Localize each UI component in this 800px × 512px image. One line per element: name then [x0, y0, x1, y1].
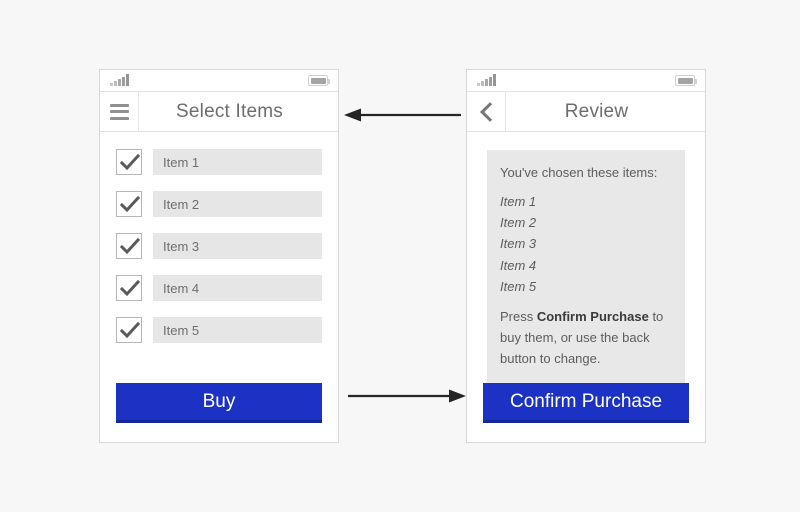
instruction-prefix: Press: [500, 308, 537, 324]
arrow-back-flow: [344, 108, 461, 122]
item-label-5: Item 5: [153, 317, 322, 343]
app-bar: Select Items: [100, 92, 338, 132]
item-label-2: Item 2: [153, 191, 322, 217]
status-bar: [100, 70, 338, 92]
review-summary-panel: You've chosen these items: Item 1 Item 2…: [487, 150, 685, 384]
check-icon: [120, 280, 140, 297]
check-icon: [120, 196, 140, 213]
screen-body-review: You've chosen these items: Item 1 Item 2…: [467, 132, 705, 441]
list-item[interactable]: Item 2: [116, 191, 322, 217]
list-item[interactable]: Item 5: [116, 317, 322, 343]
buy-button[interactable]: Buy: [116, 383, 322, 423]
review-lede: You've chosen these items:: [500, 165, 658, 180]
checkbox-item-3[interactable]: [116, 233, 142, 259]
check-icon: [120, 154, 140, 171]
status-bar: [467, 70, 705, 92]
checkbox-item-2[interactable]: [116, 191, 142, 217]
page-title: Review: [564, 100, 629, 122]
list-item[interactable]: Item 4: [116, 275, 322, 301]
battery-icon: [675, 75, 697, 86]
confirm-purchase-button[interactable]: Confirm Purchase: [483, 383, 689, 423]
list-item[interactable]: Item 1: [116, 149, 322, 175]
item-label-3: Item 3: [153, 233, 322, 259]
arrow-forward-flow: [348, 389, 466, 403]
flow-diagram: Select Items Item 1 Item 2 Item 3 Item 4…: [0, 0, 800, 512]
checkbox-item-1[interactable]: [116, 149, 142, 175]
signal-bars-icon: [477, 74, 496, 86]
review-item-5: Item 5: [500, 278, 537, 294]
page-title: Select Items: [176, 100, 283, 122]
checkbox-item-4[interactable]: [116, 275, 142, 301]
list-item[interactable]: Item 3: [116, 233, 322, 259]
check-icon: [120, 238, 140, 255]
screen-body-select-items: Item 1 Item 2 Item 3 Item 4 Item 5 Buy: [100, 132, 338, 441]
signal-bars-icon: [110, 74, 129, 86]
hamburger-menu-button[interactable]: [100, 92, 139, 131]
chevron-left-icon: [480, 102, 493, 122]
check-icon: [120, 322, 140, 339]
phone-screen-select-items: Select Items Item 1 Item 2 Item 3 Item 4…: [99, 69, 339, 443]
battery-icon: [308, 75, 330, 86]
item-checkbox-list: Item 1 Item 2 Item 3 Item 4 Item 5: [116, 149, 322, 359]
review-instruction: Press Confirm Purchase to buy them, or u…: [500, 306, 672, 369]
review-item-3: Item 3: [500, 236, 537, 252]
hamburger-menu-icon: [109, 103, 129, 120]
checkbox-item-5[interactable]: [116, 317, 142, 343]
item-label-1: Item 1: [153, 149, 322, 175]
app-bar: Review: [467, 92, 705, 132]
phone-screen-review: Review You've chosen these items: Item 1…: [466, 69, 706, 443]
review-item-4: Item 4: [500, 257, 537, 273]
item-label-4: Item 4: [153, 275, 322, 301]
back-button[interactable]: [467, 92, 506, 131]
review-item-1: Item 1: [500, 194, 537, 210]
review-item-2: Item 2: [500, 215, 537, 231]
instruction-emphasis: Confirm Purchase: [536, 308, 649, 324]
